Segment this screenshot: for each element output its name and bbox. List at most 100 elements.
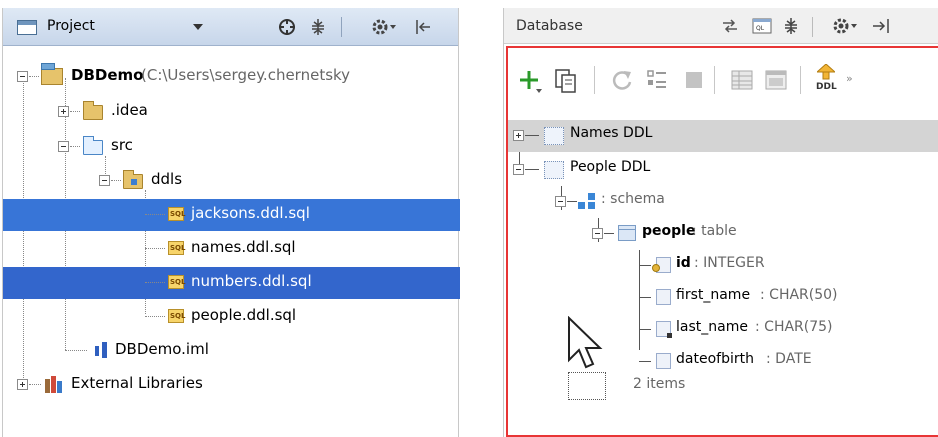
database-toolbar: DDL »	[508, 48, 938, 118]
tree-row-people-ddl[interactable]: People DDL	[508, 154, 938, 186]
people-ddl-label: People DDL	[570, 159, 651, 175]
tree-row-ddls[interactable]: ddls	[3, 165, 460, 197]
database-header: Database QL	[504, 8, 938, 44]
key-icon	[652, 264, 660, 272]
hide-icon[interactable]	[872, 17, 890, 35]
schema-icon	[578, 193, 600, 211]
hide-icon[interactable]	[415, 18, 431, 36]
tree-line	[525, 135, 539, 136]
properties-icon	[647, 70, 666, 88]
add-icon[interactable]	[518, 68, 544, 94]
toolbar-separator	[714, 66, 715, 94]
tree-line	[145, 214, 165, 215]
column-type: : DATE	[766, 351, 812, 367]
root-path: (C:\Users\sergey.chernetsky	[141, 66, 351, 84]
gear-icon[interactable]	[371, 17, 397, 37]
ddl-source-icon	[544, 127, 564, 145]
more-icon[interactable]: »	[846, 72, 853, 85]
tree-row-column[interactable]: first_name : CHAR(50)	[508, 282, 938, 314]
chevron-down-icon[interactable]	[193, 24, 203, 30]
collapse-icon[interactable]	[58, 141, 69, 152]
toolbar-separator	[594, 66, 595, 94]
module-folder-icon	[41, 63, 63, 85]
file-label: people.ddl.sql	[191, 306, 297, 324]
schema-label: : schema	[601, 191, 665, 207]
tree-row-column[interactable]: id : INTEGER	[508, 250, 938, 282]
ddl-icon[interactable]: DDL	[814, 64, 838, 96]
tree-line	[65, 350, 87, 351]
collapse-icon[interactable]	[592, 228, 603, 239]
tree-row-names-ddl[interactable]: Names DDL	[508, 120, 938, 152]
collapse-icon[interactable]	[513, 164, 524, 175]
tree-row-idea[interactable]: .idea	[3, 96, 460, 128]
tree-row-file[interactable]: SQL names.ddl.sql	[3, 233, 460, 265]
sql-file-icon: SQL	[168, 241, 185, 255]
tree-row-table[interactable]: people : table	[508, 218, 938, 250]
tree-line	[29, 76, 39, 77]
tree-line	[525, 169, 539, 170]
header-separator	[812, 17, 813, 37]
column-type: : INTEGER	[694, 255, 765, 271]
tree-line	[639, 361, 651, 362]
module-file-icon	[93, 342, 109, 360]
tree-row-src[interactable]: src	[3, 131, 460, 163]
tree-line	[145, 282, 165, 283]
expand-icon[interactable]	[513, 130, 524, 141]
column-name: first_name	[676, 287, 751, 303]
root-name: DBDemo	[71, 66, 144, 84]
folder-icon	[83, 101, 103, 120]
refresh-icon	[612, 71, 632, 90]
collapse-icon[interactable]	[782, 17, 800, 35]
tree-line	[639, 265, 651, 266]
tree-row-iml[interactable]: DBDemo.iml	[3, 335, 460, 367]
console-icon	[765, 70, 787, 90]
copy-icon[interactable]	[554, 68, 578, 94]
sql-file-icon: SQL	[168, 309, 185, 323]
expand-icon[interactable]	[17, 379, 28, 390]
tree-row-root[interactable]: DBDemo (C:\Users\sergey.chernetsky	[3, 61, 460, 93]
target-icon[interactable]	[278, 18, 296, 36]
tree-line	[70, 111, 80, 112]
mouse-cursor-icon	[568, 316, 603, 369]
collapse-icon[interactable]	[309, 18, 327, 36]
gear-icon[interactable]	[832, 16, 860, 36]
svg-text:QL: QL	[756, 25, 765, 32]
toolbar-separator	[800, 66, 801, 94]
tree-line	[111, 180, 121, 181]
collapse-icon[interactable]	[555, 196, 566, 207]
tree-row-file[interactable]: SQL jacksons.ddl.sql	[3, 199, 460, 231]
tree-row-schema[interactable]: : schema	[508, 186, 938, 218]
table-icon	[731, 70, 753, 90]
tree-row-file[interactable]: SQL people.ddl.sql	[3, 301, 460, 333]
collapse-icon[interactable]	[17, 71, 28, 82]
drag-items-icon	[568, 372, 606, 400]
file-label: jacksons.ddl.sql	[191, 204, 310, 222]
project-title[interactable]: Project	[47, 18, 95, 34]
src-label: src	[111, 136, 133, 154]
library-icon	[45, 376, 67, 393]
sql-file-icon: SQL	[168, 275, 185, 289]
collapse-icon[interactable]	[99, 175, 110, 186]
tree-line	[604, 233, 614, 234]
table-suffix: : table	[692, 223, 737, 239]
tree-line	[567, 201, 577, 202]
stop-icon	[686, 72, 702, 88]
tree-line	[639, 297, 651, 298]
expand-icon[interactable]	[58, 106, 69, 117]
tree-line	[639, 329, 651, 330]
not-null-icon	[667, 333, 672, 338]
column-name: id	[676, 255, 691, 271]
package-folder-icon	[123, 170, 143, 189]
sync-icon[interactable]	[720, 17, 740, 35]
table-icon	[618, 225, 636, 241]
tree-row-file[interactable]: SQL numbers.ddl.sql	[3, 267, 460, 299]
ddls-label: ddls	[151, 170, 183, 188]
column-name: last_name	[676, 319, 748, 335]
column-icon	[656, 289, 671, 305]
table-name: people	[642, 223, 696, 239]
tree-line	[145, 316, 165, 317]
drag-count-label: 2 items	[633, 376, 686, 392]
tree-row-libs[interactable]: External Libraries	[3, 369, 460, 401]
open-query-icon[interactable]: QL	[752, 17, 772, 35]
column-icon	[656, 353, 671, 369]
